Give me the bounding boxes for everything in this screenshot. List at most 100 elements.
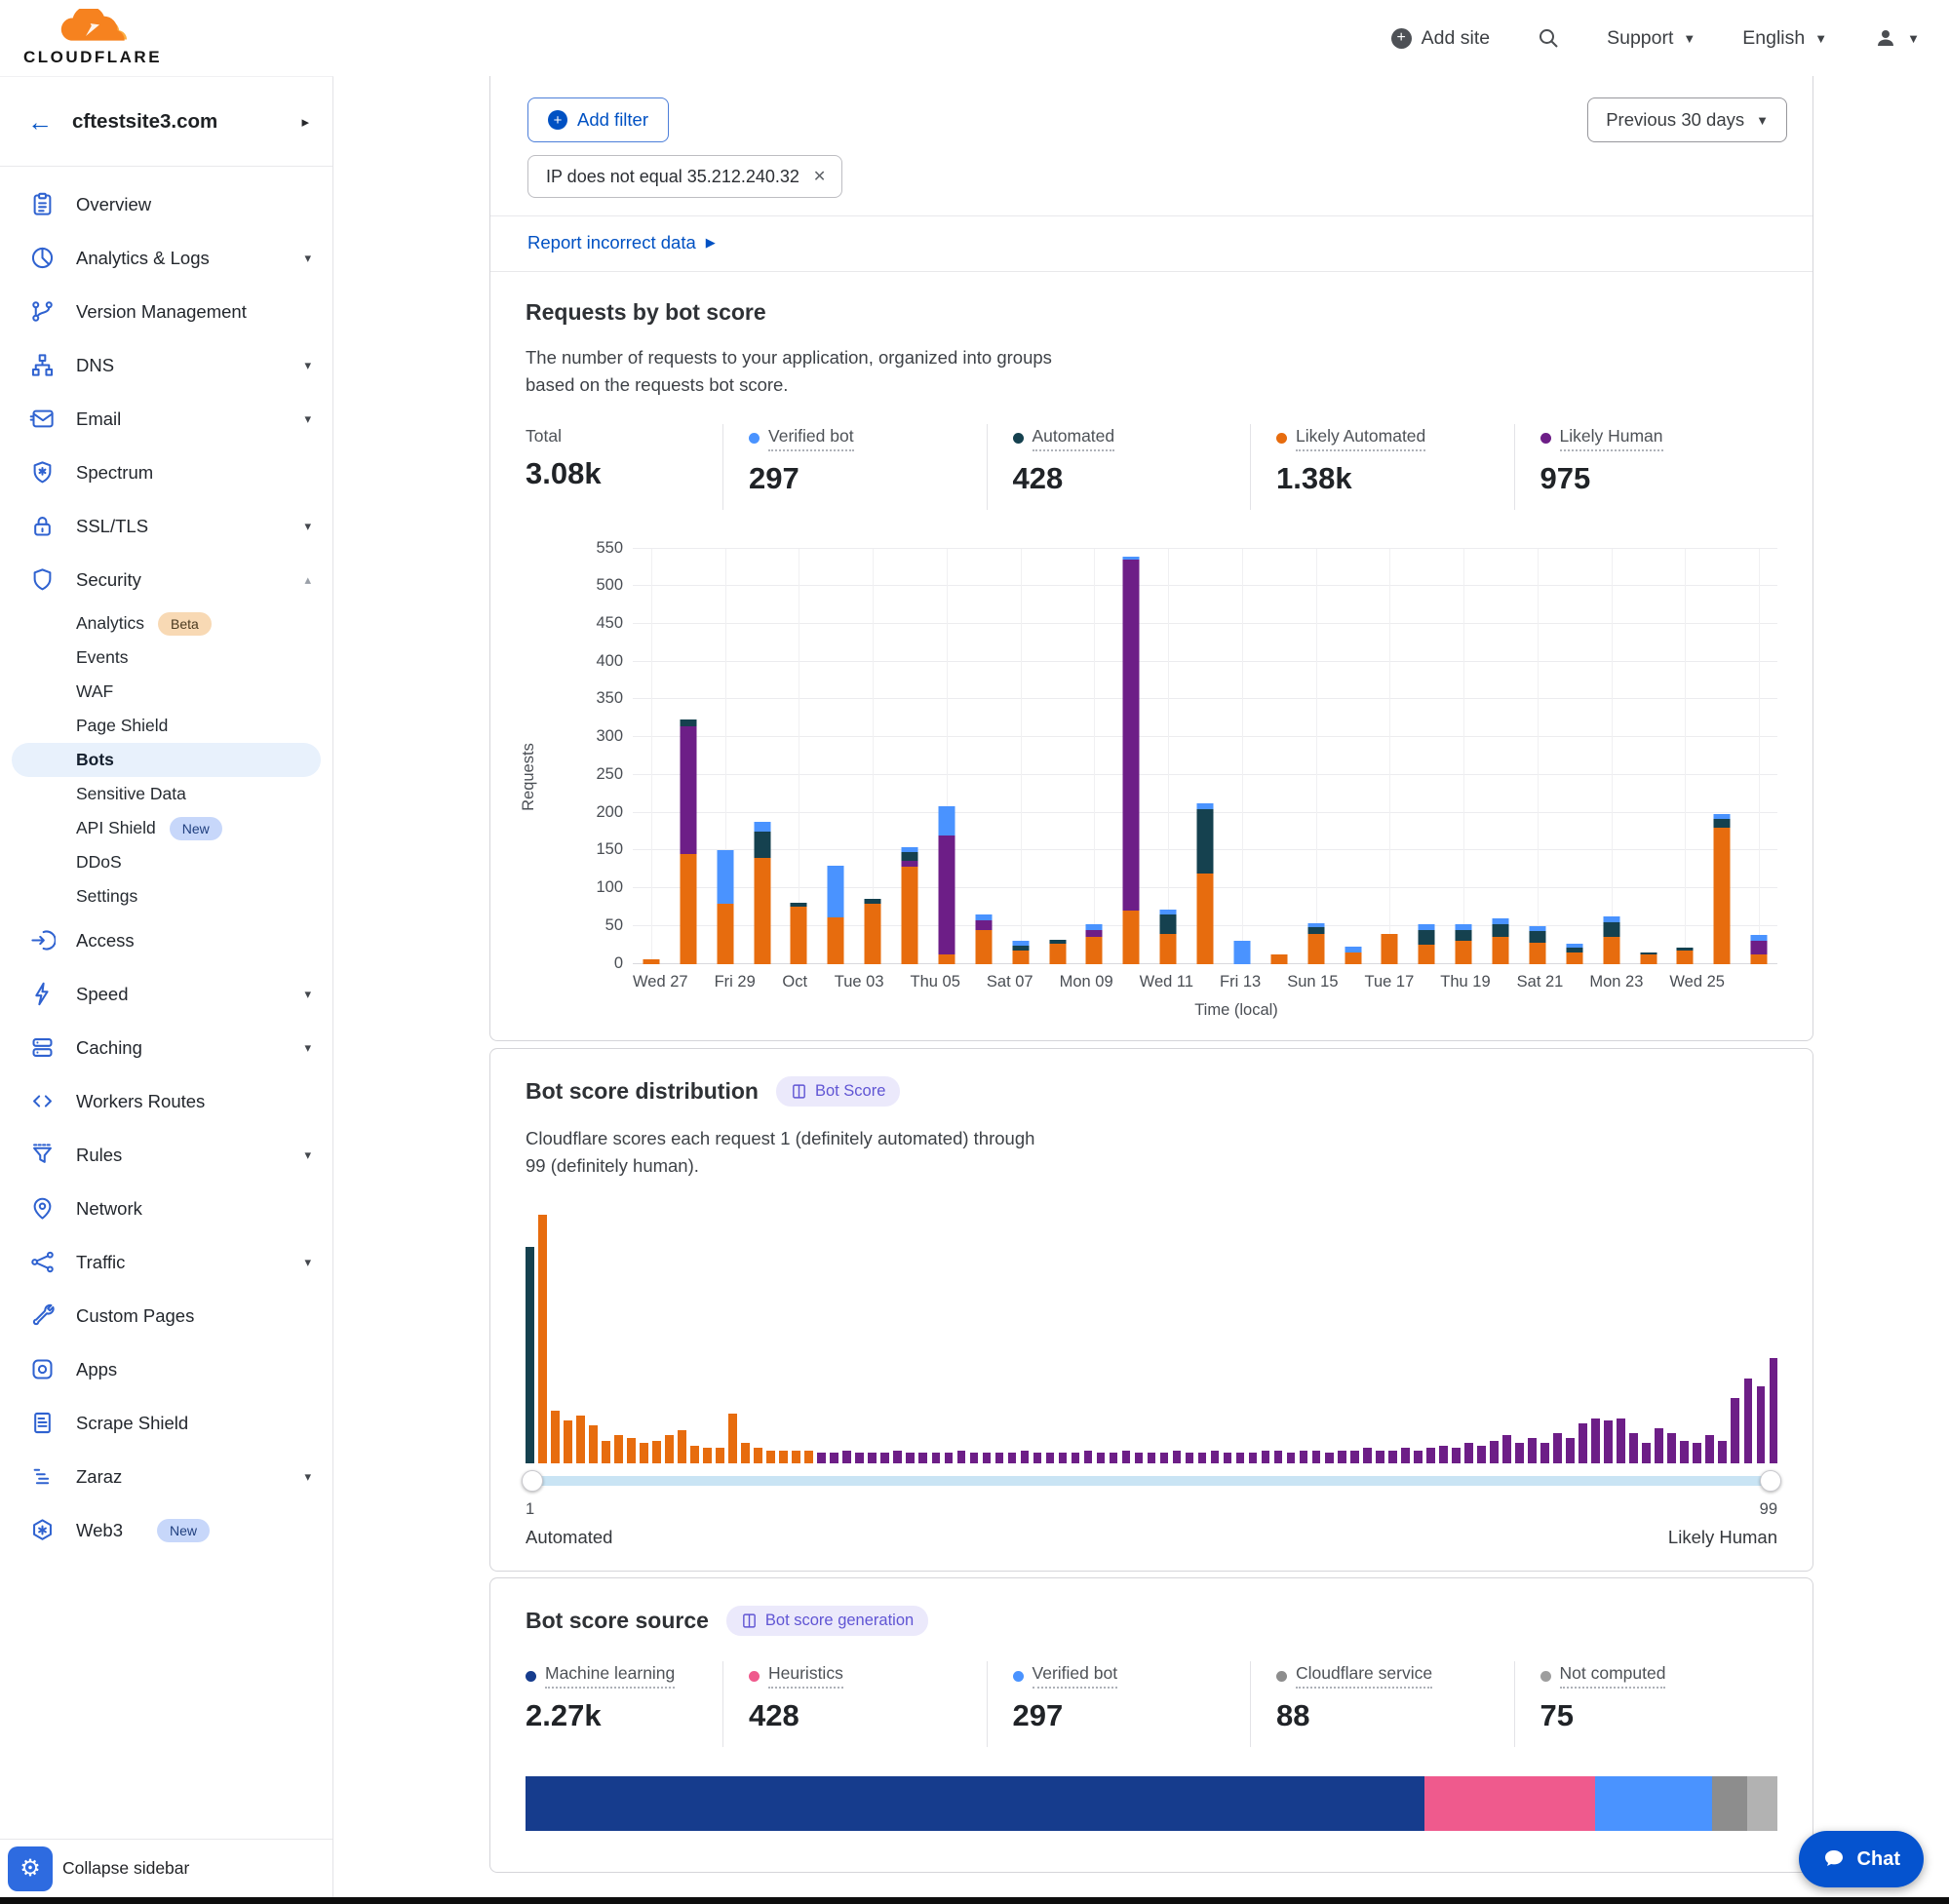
- sidebar-item-traffic[interactable]: Traffic▾: [0, 1235, 332, 1289]
- histogram-bar-score-96[interactable]: [1731, 1398, 1739, 1462]
- histogram-bar-score-87[interactable]: [1617, 1418, 1625, 1463]
- histogram-bar-score-33[interactable]: [932, 1453, 941, 1462]
- histogram-bar-score-77[interactable]: [1490, 1441, 1499, 1463]
- sidebar-item-dns[interactable]: DNS▾: [0, 338, 332, 392]
- histogram-bar-score-74[interactable]: [1452, 1448, 1461, 1462]
- histogram-bar-score-28[interactable]: [868, 1453, 877, 1462]
- histogram-bar-score-45[interactable]: [1084, 1451, 1093, 1463]
- histogram-bar-score-25[interactable]: [830, 1453, 838, 1462]
- histogram-bar-score-59[interactable]: [1262, 1451, 1270, 1463]
- histogram-bar-score-34[interactable]: [945, 1453, 954, 1462]
- histogram-bar-score-36[interactable]: [970, 1453, 979, 1462]
- histogram-bar-score-10[interactable]: [640, 1443, 648, 1462]
- histogram-bar-score-70[interactable]: [1401, 1448, 1410, 1462]
- stacked-bar[interactable]: [1493, 918, 1509, 963]
- slider-handle-min[interactable]: [522, 1470, 543, 1492]
- stacked-bar[interactable]: [717, 850, 733, 963]
- sidebar-subitem-api-shield[interactable]: API ShieldNew: [12, 811, 321, 845]
- histogram-bar-score-8[interactable]: [614, 1435, 623, 1462]
- stacked-bar[interactable]: [975, 914, 992, 963]
- histogram-bar-score-2[interactable]: [538, 1215, 547, 1463]
- sidebar-item-zaraz[interactable]: Zaraz▾: [0, 1450, 332, 1503]
- stat-label[interactable]: Total: [526, 426, 562, 447]
- add-site-button[interactable]: + Add site: [1391, 27, 1490, 50]
- histogram-bar-score-52[interactable]: [1173, 1451, 1182, 1463]
- sidebar-item-version-management[interactable]: Version Management: [0, 285, 332, 338]
- sidebar-item-speed[interactable]: Speed▾: [0, 967, 332, 1021]
- sidebar-item-network[interactable]: Network: [0, 1182, 332, 1235]
- sidebar-item-workers-routes[interactable]: Workers Routes: [0, 1074, 332, 1128]
- histogram-bar-score-5[interactable]: [576, 1416, 585, 1463]
- histogram-bar-score-55[interactable]: [1211, 1451, 1220, 1463]
- stat-label[interactable]: Not computed: [1540, 1663, 1666, 1689]
- sidebar-subitem-analytics[interactable]: AnalyticsBeta: [12, 606, 321, 641]
- slider-handle-max[interactable]: [1760, 1470, 1781, 1492]
- stacked-bar[interactable]: [1233, 941, 1250, 963]
- sidebar-item-overview[interactable]: Overview: [0, 177, 332, 231]
- histogram-bar-score-7[interactable]: [602, 1441, 610, 1463]
- account-menu[interactable]: ▼: [1874, 26, 1920, 50]
- stacked-bar[interactable]: [1012, 941, 1029, 963]
- histogram-bar-score-19[interactable]: [754, 1448, 762, 1462]
- histogram-bar-score-85[interactable]: [1591, 1418, 1600, 1463]
- histogram-bar-score-63[interactable]: [1312, 1451, 1321, 1463]
- stacked-bar[interactable]: [1566, 944, 1582, 964]
- histogram-bar-score-91[interactable]: [1667, 1433, 1676, 1463]
- stacked-bar[interactable]: [1197, 803, 1214, 963]
- stacked-bar[interactable]: [1086, 924, 1103, 963]
- date-range-selector[interactable]: Previous 30 days ▼: [1587, 97, 1787, 142]
- chevron-right-icon[interactable]: ▸: [301, 113, 309, 131]
- sidebar-subitem-events[interactable]: Events: [12, 641, 321, 675]
- histogram-bar-score-97[interactable]: [1744, 1379, 1753, 1463]
- sidebar-item-rules[interactable]: Rules▾: [0, 1128, 332, 1182]
- histogram-bar-score-93[interactable]: [1693, 1443, 1701, 1462]
- histogram-bar-score-6[interactable]: [589, 1425, 598, 1462]
- cloudflare-logo[interactable]: CLOUDFLARE: [19, 9, 166, 67]
- histogram-bar-score-46[interactable]: [1097, 1453, 1106, 1462]
- histogram-bar-score-82[interactable]: [1553, 1433, 1562, 1463]
- stacked-bar[interactable]: [938, 806, 955, 963]
- histogram-bar-score-99[interactable]: [1770, 1358, 1778, 1462]
- sidebar-item-access[interactable]: Access: [0, 913, 332, 967]
- stacked-bar[interactable]: [1123, 557, 1140, 963]
- histogram-bar-score-13[interactable]: [678, 1430, 686, 1462]
- histogram-bar-score-39[interactable]: [1008, 1453, 1017, 1462]
- histogram-bar-score-94[interactable]: [1705, 1435, 1714, 1462]
- source-segment-machine-learning[interactable]: [526, 1776, 1424, 1831]
- sidebar-item-apps[interactable]: Apps: [0, 1342, 332, 1396]
- histogram-bar-score-31[interactable]: [906, 1453, 915, 1462]
- stacked-bar[interactable]: [1345, 947, 1361, 964]
- histogram-bar-score-4[interactable]: [564, 1420, 572, 1462]
- histogram-bar-score-47[interactable]: [1110, 1453, 1118, 1462]
- histogram-bar-score-40[interactable]: [1021, 1451, 1030, 1463]
- bot-score-generation-tag[interactable]: Bot score generation: [726, 1606, 928, 1636]
- stacked-bar[interactable]: [754, 822, 770, 964]
- histogram-bar-score-78[interactable]: [1502, 1435, 1511, 1462]
- stacked-bar[interactable]: [1049, 940, 1066, 964]
- stacked-bar[interactable]: [1456, 924, 1472, 964]
- stacked-bar[interactable]: [1677, 948, 1694, 963]
- histogram-bar-score-88[interactable]: [1629, 1433, 1638, 1463]
- histogram-bar-score-65[interactable]: [1338, 1451, 1346, 1463]
- stacked-bar[interactable]: [1419, 924, 1435, 963]
- histogram-bar-score-12[interactable]: [665, 1435, 674, 1462]
- stat-label[interactable]: Machine learning: [526, 1663, 675, 1689]
- histogram-bar-score-42[interactable]: [1046, 1453, 1055, 1462]
- histogram-bar-score-92[interactable]: [1680, 1441, 1689, 1463]
- stacked-bar[interactable]: [1160, 910, 1177, 964]
- histogram-bar-score-53[interactable]: [1186, 1453, 1194, 1462]
- sidebar-subitem-waf[interactable]: WAF: [12, 675, 321, 709]
- search-icon[interactable]: [1537, 26, 1560, 50]
- histogram-bar-score-11[interactable]: [652, 1441, 661, 1463]
- stacked-bar[interactable]: [1382, 934, 1398, 964]
- histogram-bar-score-95[interactable]: [1718, 1441, 1727, 1463]
- histogram-bar-score-60[interactable]: [1274, 1451, 1283, 1463]
- close-icon[interactable]: ✕: [813, 167, 826, 186]
- histogram-bar-score-71[interactable]: [1414, 1451, 1423, 1463]
- stat-label[interactable]: Heuristics: [749, 1663, 843, 1689]
- sidebar-item-security[interactable]: Security▴: [0, 553, 332, 606]
- histogram-bar-score-80[interactable]: [1528, 1438, 1537, 1463]
- histogram-bar-score-41[interactable]: [1033, 1453, 1042, 1462]
- sidebar-subitem-ddos[interactable]: DDoS: [12, 845, 321, 879]
- histogram-bar-score-48[interactable]: [1122, 1451, 1131, 1463]
